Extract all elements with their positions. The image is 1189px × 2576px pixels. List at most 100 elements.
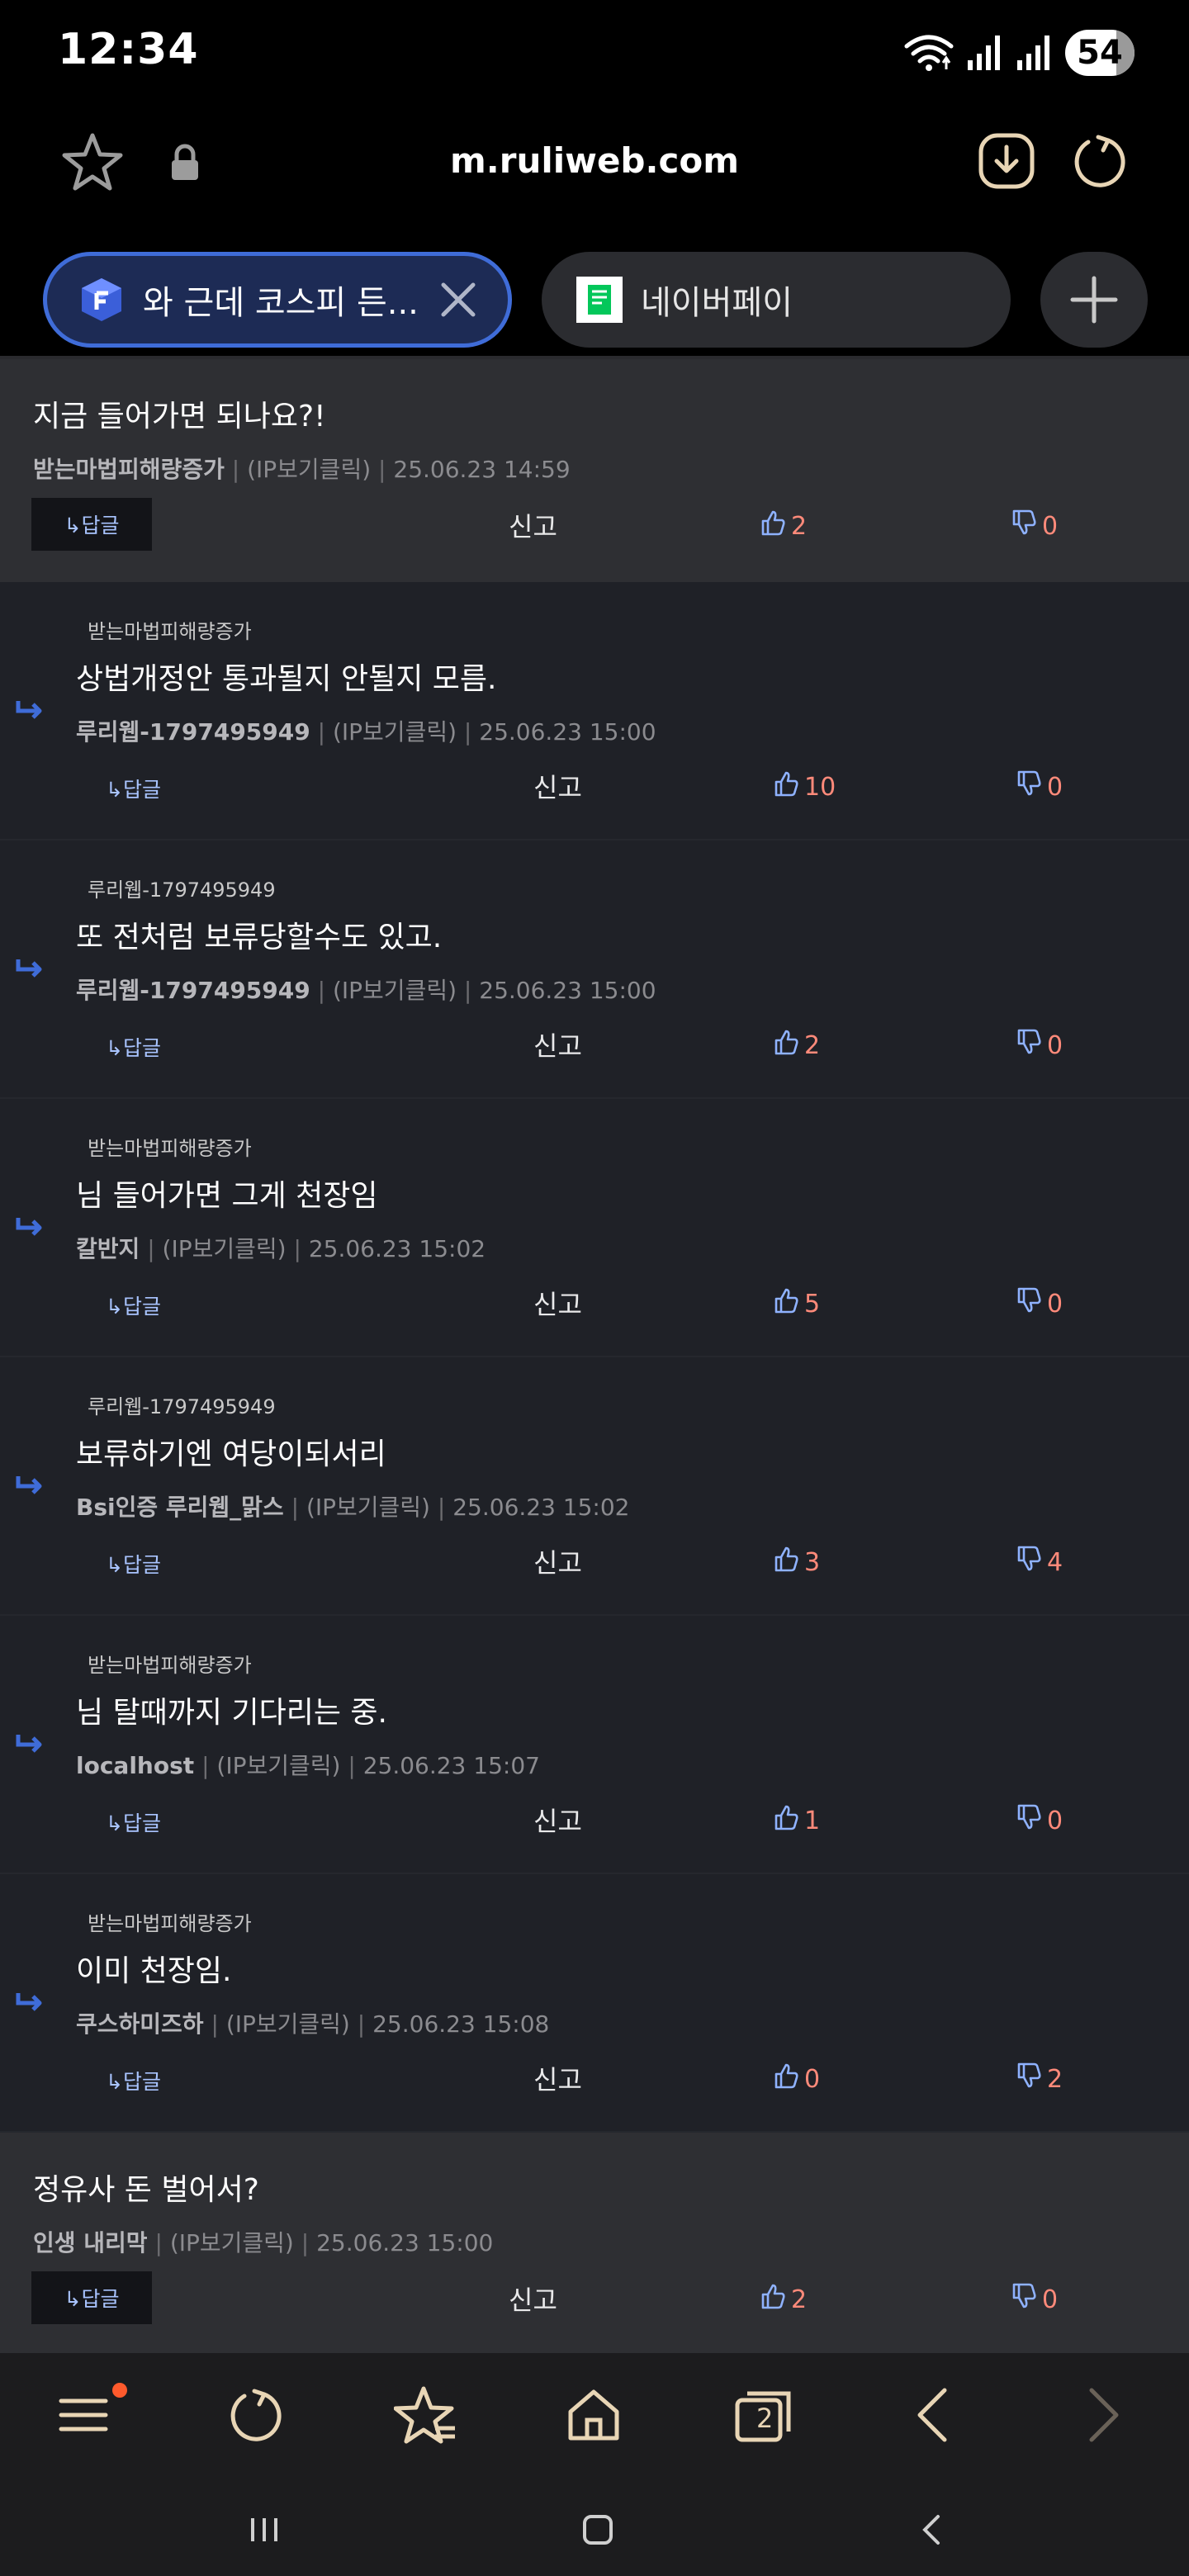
thumbs-down-icon xyxy=(1016,1546,1042,1579)
notification-dot xyxy=(112,2383,127,2398)
ip-link[interactable]: (IP보기클릭) xyxy=(170,2229,294,2256)
upvote-button[interactable]: 3 xyxy=(773,1546,820,1579)
reply-arrow-icon xyxy=(15,1733,43,1758)
downvote-count: 0 xyxy=(1047,1289,1063,1319)
report-button[interactable]: 신고 xyxy=(533,1801,582,1839)
reply-button[interactable]: ↳답글 xyxy=(106,1807,161,1837)
comment-text: 지금 들어가면 되나요?! xyxy=(33,400,326,433)
downvote-count: 0 xyxy=(1047,1030,1063,1060)
comment-author[interactable]: 칼반지 xyxy=(76,1235,140,1262)
report-button[interactable]: 신고 xyxy=(533,1284,582,1322)
downvote-button[interactable]: 0 xyxy=(1016,1804,1063,1837)
reply-button[interactable]: ↳답글 xyxy=(31,498,152,551)
system-navigation xyxy=(0,2477,1189,2576)
menu-icon[interactable] xyxy=(46,2378,127,2452)
thumbs-up-icon xyxy=(773,1029,799,1062)
tab-title: 네이버페이 xyxy=(641,284,793,322)
report-button[interactable]: 신고 xyxy=(533,2059,582,2097)
home-button-icon[interactable] xyxy=(573,2505,623,2555)
tab-title: 와 근데 코스피 든... xyxy=(143,284,419,322)
comment-author[interactable]: 루리웹-1797495949 xyxy=(76,977,310,1004)
comment-author[interactable]: 루리웹-1797495949 xyxy=(76,718,310,746)
downvote-button[interactable]: 0 xyxy=(1016,1287,1063,1320)
tab-naverpay[interactable]: 네이버페이 xyxy=(542,252,1011,348)
downvote-count: 0 xyxy=(1047,1806,1063,1835)
comment-author[interactable]: localhost xyxy=(76,1752,194,1779)
reply-target: 받는마법피해량증가 xyxy=(88,1912,252,1935)
comment-datetime: 25.06.23 15:08 xyxy=(372,2010,550,2038)
comment-author[interactable]: 쿠스하미즈하 xyxy=(76,2010,204,2038)
upvote-button[interactable]: 0 xyxy=(773,2062,820,2095)
ruliweb-favicon-icon xyxy=(78,277,125,323)
forward-icon[interactable] xyxy=(1067,2378,1141,2452)
ip-link[interactable]: (IP보기클릭) xyxy=(306,1494,430,1521)
comment-item: 정유사 돈 벌어서? 인생 내리막 | (IP보기클릭) | 25.06.23 1… xyxy=(0,2133,1189,2353)
ip-link[interactable]: (IP보기클릭) xyxy=(163,1235,287,1262)
reply-button[interactable]: ↳답글 xyxy=(106,1290,161,1320)
ip-link[interactable]: (IP보기클릭) xyxy=(333,977,457,1004)
ip-link[interactable]: (IP보기클릭) xyxy=(247,456,371,483)
comment-author[interactable]: Bsi인증 루리웹_맑스 xyxy=(76,1494,284,1521)
comment-datetime: 25.06.23 14:59 xyxy=(393,456,571,483)
downvote-button[interactable]: 0 xyxy=(1016,770,1063,803)
downvote-count: 0 xyxy=(1047,772,1063,802)
reply-button[interactable]: ↳답글 xyxy=(106,2066,161,2095)
comment-item: 받는마법피해량증가 이미 천장임. 쿠스하미즈하 | (IP보기클릭) | 25.0… xyxy=(0,1874,1189,2133)
downvote-button[interactable]: 4 xyxy=(1016,1546,1063,1579)
upvote-count: 1 xyxy=(804,1806,821,1835)
comment-datetime: 25.06.23 15:02 xyxy=(452,1494,630,1521)
reply-button[interactable]: ↳답글 xyxy=(106,1032,161,1062)
recent-apps-icon[interactable] xyxy=(239,2505,289,2555)
ip-link[interactable]: (IP보기클릭) xyxy=(333,718,457,746)
ip-link[interactable]: (IP보기클릭) xyxy=(226,2010,350,2038)
status-bar: 12:34 54 xyxy=(0,0,1189,107)
back-button-icon[interactable] xyxy=(907,2505,956,2555)
upvote-count: 2 xyxy=(791,511,808,541)
comment-author[interactable]: 받는마법피해량증가 xyxy=(33,456,225,483)
comment-datetime: 25.06.23 15:07 xyxy=(362,1752,540,1779)
downvote-button[interactable]: 0 xyxy=(1011,509,1058,542)
downvote-button[interactable]: 2 xyxy=(1016,2062,1063,2095)
comment-item: 지금 들어가면 되나요?! 받는마법피해량증가 | (IP보기클릭) | 25.0… xyxy=(0,359,1189,582)
report-button[interactable]: 신고 xyxy=(533,1542,582,1580)
downvote-button[interactable]: 0 xyxy=(1016,1029,1063,1062)
reply-target: 받는마법피해량증가 xyxy=(88,620,252,643)
ip-link[interactable]: (IP보기클릭) xyxy=(216,1752,340,1779)
address-bar: m.ruliweb.com xyxy=(0,107,1189,219)
tabs-icon[interactable]: 2 xyxy=(727,2378,801,2452)
upvote-button[interactable]: 2 xyxy=(760,509,807,542)
report-button[interactable]: 신고 xyxy=(533,1025,582,1063)
report-button[interactable]: 신고 xyxy=(509,2280,557,2318)
comment-meta: 루리웹-1797495949 | (IP보기클릭) | 25.06.23 15:… xyxy=(76,718,656,746)
comment-meta: Bsi인증 루리웹_맑스 | (IP보기클릭) | 25.06.23 15:02 xyxy=(76,1494,630,1521)
history-icon[interactable] xyxy=(218,2378,292,2452)
new-tab-button[interactable] xyxy=(1040,252,1148,348)
upvote-button[interactable]: 1 xyxy=(773,1804,820,1837)
reply-target: 받는마법피해량증가 xyxy=(88,1137,252,1160)
download-icon[interactable] xyxy=(978,132,1035,193)
comment-text: 님 탈때까지 기다리는 중. xyxy=(76,1696,387,1730)
comment-item: 받는마법피해량증가 상법개정안 통과될지 안될지 모름. 루리웹-179749594… xyxy=(0,582,1189,841)
reply-button[interactable]: ↳답글 xyxy=(106,774,161,803)
reply-button[interactable]: ↳답글 xyxy=(106,1549,161,1579)
signal-icon-2 xyxy=(1017,36,1049,70)
comment-text: 님 들어가면 그게 천장임 xyxy=(76,1179,378,1213)
back-icon[interactable] xyxy=(895,2378,969,2452)
report-button[interactable]: 신고 xyxy=(533,767,582,805)
thumbs-up-icon xyxy=(773,2062,799,2095)
downvote-button[interactable]: 0 xyxy=(1011,2283,1058,2316)
upvote-button[interactable]: 5 xyxy=(773,1287,820,1320)
upvote-button[interactable]: 2 xyxy=(760,2283,807,2316)
reload-icon[interactable] xyxy=(1070,132,1128,193)
comment-item: 받는마법피해량증가 님 들어가면 그게 천장임 칼반지 | (IP보기클릭) | 2… xyxy=(0,1099,1189,1357)
comment-author[interactable]: 인생 내리막 xyxy=(33,2229,148,2256)
upvote-button[interactable]: 2 xyxy=(773,1029,820,1062)
thumbs-up-icon xyxy=(773,770,799,803)
tab-active[interactable]: 와 근데 코스피 든... xyxy=(43,252,512,348)
reply-button[interactable]: ↳답글 xyxy=(31,2271,152,2324)
bookmarks-icon[interactable] xyxy=(388,2378,462,2452)
close-icon[interactable] xyxy=(433,275,483,324)
upvote-button[interactable]: 10 xyxy=(773,770,836,803)
report-button[interactable]: 신고 xyxy=(509,506,557,544)
home-icon[interactable] xyxy=(557,2378,631,2452)
